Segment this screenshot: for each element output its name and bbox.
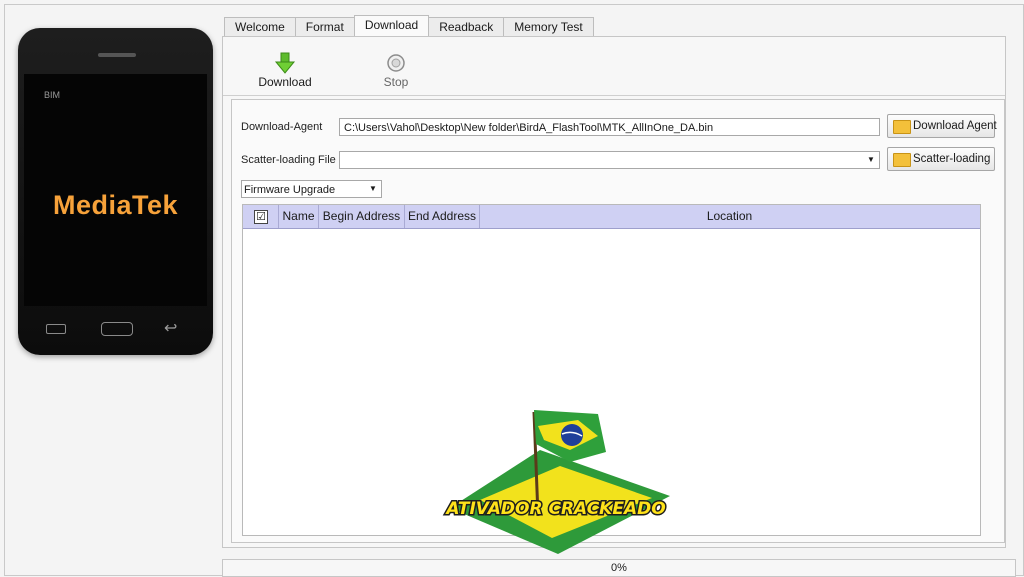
column-header-end-address[interactable]: End Address xyxy=(405,205,480,228)
scatter-loading-file-dropdown[interactable]: ▼ xyxy=(339,151,880,169)
progress-text: 0% xyxy=(611,562,627,574)
download-agent-label: Download-Agent xyxy=(241,121,323,133)
scatter-loading-button[interactable]: Scatter-loading xyxy=(887,147,995,171)
green-down-arrow-icon xyxy=(274,52,296,74)
download-mode-value: Firmware Upgrade xyxy=(244,184,336,196)
column-header-begin-address[interactable]: Begin Address xyxy=(319,205,405,228)
phone-home-key-icon xyxy=(101,322,133,336)
folder-icon xyxy=(893,120,911,134)
tab-format[interactable]: Format xyxy=(294,17,355,37)
folder-icon xyxy=(893,153,911,167)
partition-table-header: ☑ Name Begin Address End Address Locatio… xyxy=(243,205,980,229)
scatter-loading-label: Scatter-loading File xyxy=(241,154,336,166)
column-header-name[interactable]: Name xyxy=(279,205,319,228)
phone-back-key-icon: ↩ xyxy=(164,320,178,337)
scatter-loading-button-label: Scatter-loading xyxy=(913,153,991,165)
tab-bar: Welcome Format Download Readback Memory … xyxy=(224,15,594,37)
stop-circle-icon xyxy=(387,54,405,72)
progress-bar: 0% xyxy=(222,559,1016,577)
tab-welcome[interactable]: Welcome xyxy=(224,17,296,37)
download-agent-button-label: Download Agent xyxy=(913,120,997,132)
checkbox-checked-icon: ☑ xyxy=(254,210,268,224)
download-button[interactable]: Download xyxy=(245,51,325,89)
stop-button-label: Stop xyxy=(383,75,409,89)
toolbar: Download Stop xyxy=(223,37,1005,96)
watermark-text: ATIVADOR CRACKEADO xyxy=(444,499,665,519)
download-agent-button[interactable]: Download Agent xyxy=(887,114,997,138)
column-header-location[interactable]: Location xyxy=(480,205,979,228)
phone-carrier-text: BIM xyxy=(44,90,61,100)
mediatek-brand-text: MediaTek xyxy=(52,190,179,220)
tab-download[interactable]: Download xyxy=(353,15,430,37)
stop-button[interactable]: Stop xyxy=(356,51,436,89)
download-button-label: Download xyxy=(258,75,312,89)
phone-graphic: BIM MediaTek ↩ xyxy=(18,28,213,355)
ativador-crackeado-watermark-logo: ATIVADOR CRACKEADO xyxy=(443,410,670,554)
phone-menu-key-icon xyxy=(46,321,66,336)
phone-speaker xyxy=(98,53,136,57)
select-all-checkbox[interactable]: ☑ xyxy=(243,205,279,228)
chevron-down-icon: ▼ xyxy=(867,155,875,164)
download-mode-dropdown[interactable]: Firmware Upgrade ▼ xyxy=(241,180,382,198)
download-agent-path-field[interactable]: C:\Users\Vahol\Desktop\New folder\BirdA_… xyxy=(339,118,880,136)
tab-memory-test[interactable]: Memory Test xyxy=(503,17,594,37)
tab-readback[interactable]: Readback xyxy=(428,17,505,37)
chevron-down-icon: ▼ xyxy=(369,184,377,193)
